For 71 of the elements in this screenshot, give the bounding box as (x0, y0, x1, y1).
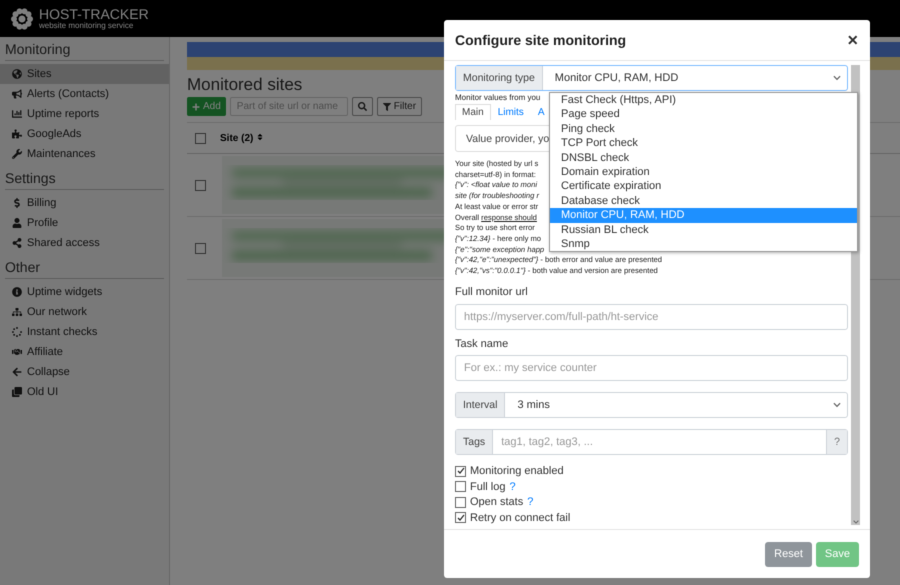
dropdown-option[interactable]: Database check (550, 194, 857, 208)
filter-icon (382, 102, 391, 110)
modal-title: Configure site monitoring (455, 32, 626, 48)
tags-field[interactable]: Tags tag1, tag2, tag3, ... ? (455, 428, 848, 455)
globe-icon (12, 69, 22, 79)
chevron-down-icon (833, 400, 841, 409)
field-label: Full monitor url (455, 286, 529, 298)
dropdown-option[interactable]: DNSBL check (550, 150, 857, 165)
monitoring-type-select[interactable]: Monitoring type Monitor CPU, RAM, HDD (455, 65, 848, 91)
checkbox[interactable] (195, 132, 206, 144)
checkbox[interactable] (455, 481, 466, 492)
checkbox[interactable] (455, 466, 466, 477)
sidebar-item[interactable]: Sites (0, 64, 169, 84)
option-label: Open stats (470, 496, 524, 508)
reset-button[interactable]: Reset (765, 542, 812, 566)
megaphone-icon (12, 89, 22, 99)
spinner-icon (12, 327, 22, 337)
help-text: Monitor values from you (455, 93, 540, 102)
dropdown-option[interactable]: Monitor CPU, RAM, HDD (550, 208, 857, 223)
search-button[interactable] (352, 97, 373, 116)
option-label: Retry on connect fail (470, 512, 570, 524)
field-label: Task name (455, 338, 510, 350)
help-link[interactable]: ? (509, 480, 516, 493)
bar-chart-icon (12, 109, 22, 119)
help-link[interactable]: ? (527, 496, 534, 508)
wrench-icon (12, 149, 22, 159)
chevron-down-icon[interactable] (852, 519, 858, 525)
puzzle-icon (12, 129, 22, 139)
close-button[interactable]: × (847, 30, 858, 50)
logo-subtitle: website monitoring service (39, 21, 134, 30)
task-name-field[interactable]: For ex.: my service counter (455, 354, 848, 381)
dropdown-option[interactable]: Page speed (550, 107, 857, 122)
tab[interactable]: Limits (490, 104, 531, 120)
windows-icon (12, 387, 22, 397)
logo-title: HOST-TRACKER (39, 7, 149, 21)
tab[interactable]: Main (455, 104, 491, 120)
dropdown-option[interactable]: Russian BL check (550, 222, 857, 237)
sort-icon (256, 132, 264, 140)
option-label: Monitoring enabled (470, 465, 564, 478)
filter-button[interactable]: Filter (376, 97, 422, 116)
dropdown-list[interactable]: Fast Check (Https, API) Page speed Ping check TCP Port check DNSBL check Domain expiration Certificate expiration Database check Monitor CPU, RAM, HDD Russian BL check Snmp (549, 92, 858, 252)
dropdown-option[interactable]: Ping check (550, 122, 857, 136)
dropdown-option[interactable]: Snmp (550, 236, 857, 252)
logo-icon (10, 6, 34, 30)
dropdown-option[interactable]: Domain expiration (550, 164, 857, 180)
plus-icon (192, 102, 200, 110)
dropdown-option[interactable]: TCP Port check (550, 136, 857, 151)
section-title: Settings (5, 170, 164, 190)
checkbox[interactable] (455, 496, 466, 508)
sitemap-icon (12, 307, 22, 317)
section-title: Other (5, 259, 164, 279)
add-button[interactable]: Add (187, 97, 226, 116)
arrow-left-icon (12, 367, 22, 377)
share-icon (12, 238, 22, 248)
dropdown-option[interactable]: Certificate expiration (550, 179, 857, 194)
checkbox[interactable] (195, 180, 206, 190)
info-icon (12, 287, 22, 297)
checkbox[interactable] (455, 512, 466, 524)
section-title: Monitoring (5, 41, 164, 61)
checkbox[interactable] (195, 242, 206, 254)
chevron-down-icon (833, 74, 841, 82)
interval-select[interactable]: Interval 3 mins (455, 392, 848, 418)
handshake-icon (12, 347, 22, 357)
option-label: Full log (470, 480, 506, 493)
dropdown-option[interactable]: Fast Check (Https, API) (550, 93, 857, 108)
url-field[interactable]: https://myserver.com/full-path/ht-service (455, 304, 848, 330)
column-header[interactable]: Site (2) (220, 132, 264, 144)
user-icon (12, 218, 22, 228)
dollar-icon (12, 198, 22, 208)
search-icon (358, 102, 367, 111)
page-title: Monitored sites (187, 75, 302, 95)
